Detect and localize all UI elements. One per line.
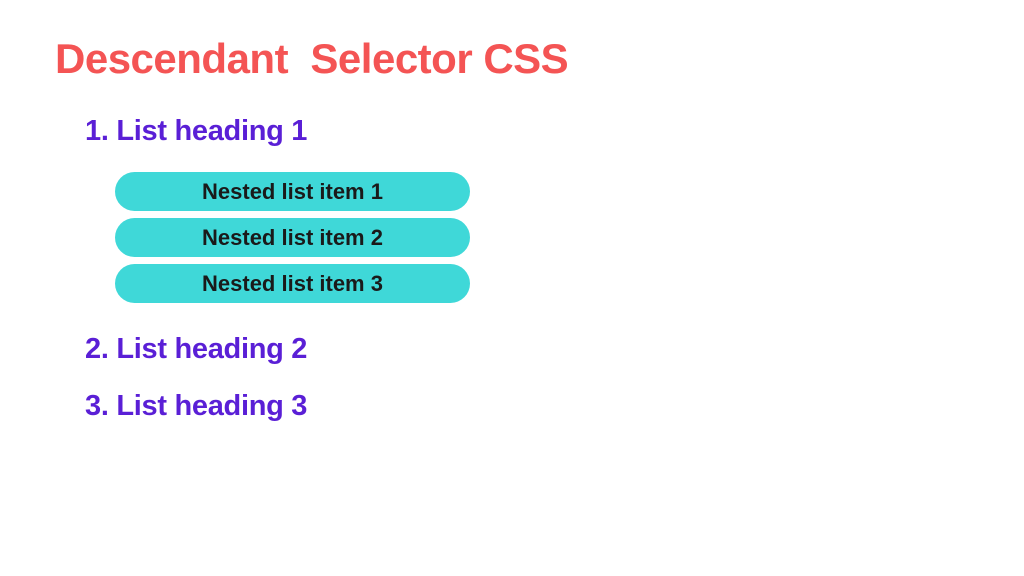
list-heading-2: 2. List heading 2 — [85, 333, 969, 366]
page-title: Descendant Selector CSS — [55, 35, 969, 83]
nested-list: Nested list item 1 Nested list item 2 Ne… — [115, 172, 969, 303]
list-item: Nested list item 3 — [115, 264, 470, 303]
list-item: Nested list item 2 — [115, 218, 470, 257]
list-heading-1: 1. List heading 1 — [85, 115, 969, 148]
list-item: Nested list item 1 — [115, 172, 470, 211]
list-heading-3: 3. List heading 3 — [85, 390, 969, 423]
